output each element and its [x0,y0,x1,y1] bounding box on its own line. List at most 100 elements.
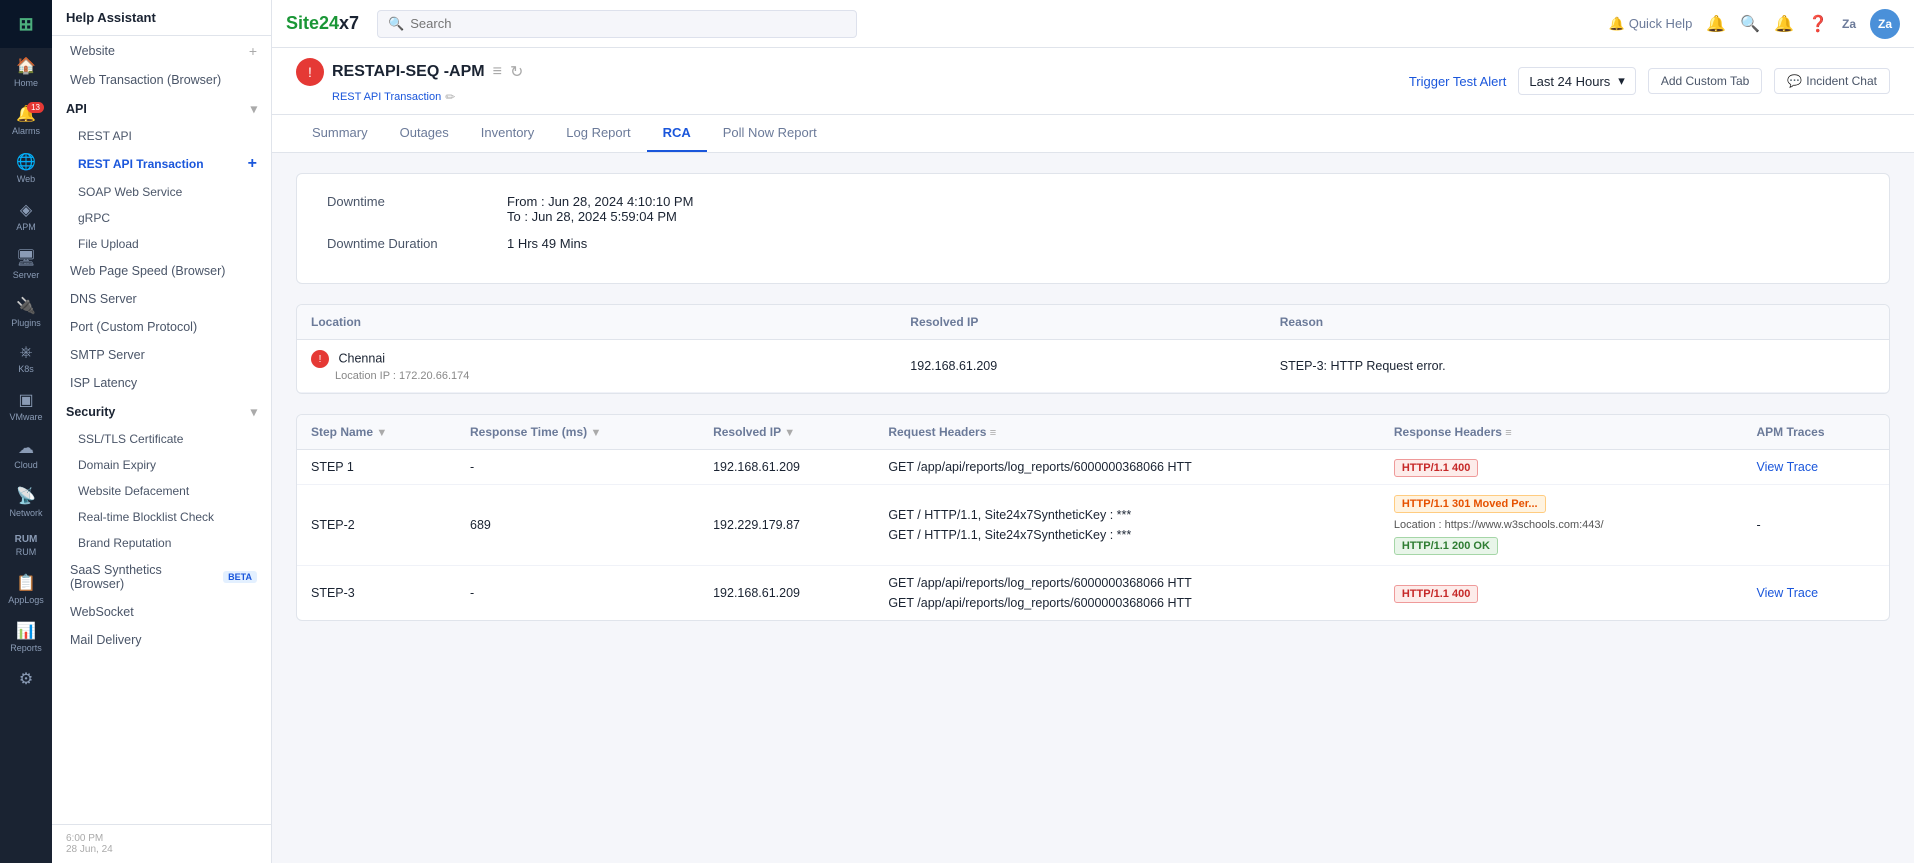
apm-traces-2: - [1742,485,1889,566]
request-headers-3: GET /app/api/reports/log_reports/6000000… [874,566,1380,621]
tab-inventory[interactable]: Inventory [465,115,550,152]
notifications-bell-icon[interactable]: 🔔 [1774,14,1794,34]
nav-reports[interactable]: 📊 Reports [0,613,52,661]
nav-rum[interactable]: RUM RUM [0,526,52,565]
sidebar-header[interactable]: Help Assistant [52,0,271,36]
sidebar-item-grpc[interactable]: gRPC [52,205,271,231]
nav-apm[interactable]: ◈ APM [0,192,52,240]
help-icon[interactable]: ❓ [1808,14,1828,34]
tab-summary[interactable]: Summary [296,115,384,152]
home-icon: 🏠 [16,56,36,76]
k8s-icon: ⎈ [20,344,33,362]
sidebar-item-domain-expiry[interactable]: Domain Expiry [52,452,271,478]
app-logo[interactable]: ⊞ [0,0,52,48]
topbar-right: 🔔 Quick Help 🔔 🔍 🔔 ❓ Za Za [1609,9,1900,39]
sidebar-item-mail-delivery[interactable]: Mail Delivery [52,626,271,654]
sidebar-section-security[interactable]: Security ▾ [52,397,271,426]
nav-k8s[interactable]: ⎈ K8s [0,336,52,382]
nav-vmware[interactable]: ▣ VMware [0,382,52,430]
main-area: Site24x7 🔍 🔔 Quick Help 🔔 🔍 🔔 ❓ Za Za ! [272,0,1914,863]
location-cell: ! Chennai Location IP : 172.20.66.174 [297,340,896,393]
sidebar-item-isp[interactable]: ISP Latency [52,369,271,397]
sidebar-item-dns-server[interactable]: DNS Server [52,285,271,313]
sidebar-item-saas-synthetics[interactable]: SaaS Synthetics (Browser) BETA [52,556,271,598]
plugins-icon: 🔌 [16,296,36,316]
sidebar-item-soap[interactable]: SOAP Web Service [52,179,271,205]
nav-applogs[interactable]: 📋 AppLogs [0,565,52,613]
quick-help-label: Quick Help [1629,16,1693,31]
resolved-ip-2: 192.229.179.87 [699,485,874,566]
col-reason: Reason [1266,305,1889,340]
incident-chat-button[interactable]: 💬 Incident Chat [1774,68,1890,94]
downtime-card: Downtime From : Jun 28, 2024 4:10:10 PM … [296,173,1890,284]
nav-web[interactable]: 🌐 Web [0,144,52,192]
search-bar[interactable]: 🔍 [377,10,857,38]
refresh-icon[interactable]: ↻ [510,62,523,82]
search-icon: 🔍 [388,16,404,32]
nav-cloud[interactable]: ☁ Cloud [0,430,52,478]
col-response-time: Response Time (ms) ▼ [456,415,699,450]
sidebar-item-web-transaction[interactable]: Web Transaction (Browser) [52,66,271,94]
apm-traces-1: View Trace [1742,450,1889,485]
tab-rca[interactable]: RCA [647,115,707,152]
sidebar-item-brand-reputation[interactable]: Brand Reputation [52,530,271,556]
user-settings-icon[interactable]: Za [1842,17,1856,31]
search-input[interactable] [410,16,846,31]
view-trace-link-1[interactable]: View Trace [1756,460,1818,474]
quick-help-icon: 🔔 [1609,16,1625,32]
chat-icon: 💬 [1787,74,1802,88]
nav-alarms[interactable]: 🔔 13 Alarms [0,96,52,144]
tab-log-report[interactable]: Log Report [550,115,646,152]
downtime-label: Downtime [327,194,467,209]
sidebar-item-port[interactable]: Port (Custom Protocol) [52,313,271,341]
time-range-label: Last 24 Hours [1529,74,1610,89]
sidebar-footer: 6:00 PM 28 Jun, 24 [52,824,271,863]
notifications-icon[interactable]: 🔔 [1706,14,1726,34]
reports-icon: 📊 [16,621,36,641]
sidebar-item-smtp[interactable]: SMTP Server [52,341,271,369]
avatar[interactable]: Za [1870,9,1900,39]
content: ! RESTAPI-SEQ -APM ≡ ↻ REST API Transact… [272,48,1914,863]
response-headers-2: HTTP/1.1 301 Moved Per... Location : htt… [1380,485,1743,566]
alarms-badge: 13 [27,102,44,113]
sidebar-item-websocket[interactable]: WebSocket [52,598,271,626]
monitor-subtitle[interactable]: REST API Transaction [332,91,441,103]
nav-settings[interactable]: ⚙ [0,661,52,699]
nav-home[interactable]: 🏠 Home [0,48,52,96]
quick-help-button[interactable]: 🔔 Quick Help [1609,16,1693,32]
time-range-select[interactable]: Last 24 Hours ▾ [1518,67,1635,95]
sidebar-item-ssl[interactable]: SSL/TLS Certificate [52,426,271,452]
sidebar-item-realtime-blocklist[interactable]: Real-time Blocklist Check [52,504,271,530]
location-ip: Location IP : 172.20.66.174 [311,370,469,382]
response-time-1: - [456,450,699,485]
add-custom-tab-button[interactable]: Add Custom Tab [1648,68,1763,94]
search-global-icon[interactable]: 🔍 [1740,14,1760,34]
menu-icon[interactable]: ≡ [493,63,502,81]
view-trace-link-3[interactable]: View Trace [1756,586,1818,600]
nav-plugins[interactable]: 🔌 Plugins [0,288,52,336]
nav-network[interactable]: 📡 Network [0,478,52,526]
location-row: ! Chennai Location IP : 172.20.66.174 19… [297,340,1889,393]
sidebar-item-web-page-speed[interactable]: Web Page Speed (Browser) [52,257,271,285]
sidebar-section-api[interactable]: API ▾ [52,94,271,123]
trigger-alert-button[interactable]: Trigger Test Alert [1409,74,1507,89]
apm-icon: ◈ [20,200,32,220]
incident-chat-label: Incident Chat [1806,74,1877,88]
sidebar-item-website[interactable]: Website + [52,36,271,66]
nav-server[interactable]: 🖥 Server [0,240,52,288]
tab-poll-now-report[interactable]: Poll Now Report [707,115,833,152]
sidebar-item-rest-api-transaction[interactable]: REST API Transaction + [52,149,271,179]
downtime-duration-row: Downtime Duration 1 Hrs 49 Mins [327,236,1859,251]
icon-navigation: ⊞ 🏠 Home 🔔 13 Alarms 🌐 Web ◈ APM 🖥 Serve… [0,0,52,863]
steps-table: Step Name ▼ Response Time (ms) ▼ Resolve… [296,414,1890,621]
tab-outages[interactable]: Outages [384,115,465,152]
edit-icon[interactable]: ✏ [445,90,455,104]
sidebar-title: Help Assistant [66,10,156,25]
response-headers-3: HTTP/1.1 400 [1380,566,1743,621]
request-headers-1: GET /app/api/reports/log_reports/6000000… [874,450,1380,485]
step-name-2: STEP-2 [297,485,456,566]
sidebar-item-rest-api[interactable]: REST API [52,123,271,149]
sidebar-item-file-upload[interactable]: File Upload [52,231,271,257]
response-headers-1: HTTP/1.1 400 [1380,450,1743,485]
sidebar-item-website-defacement[interactable]: Website Defacement [52,478,271,504]
